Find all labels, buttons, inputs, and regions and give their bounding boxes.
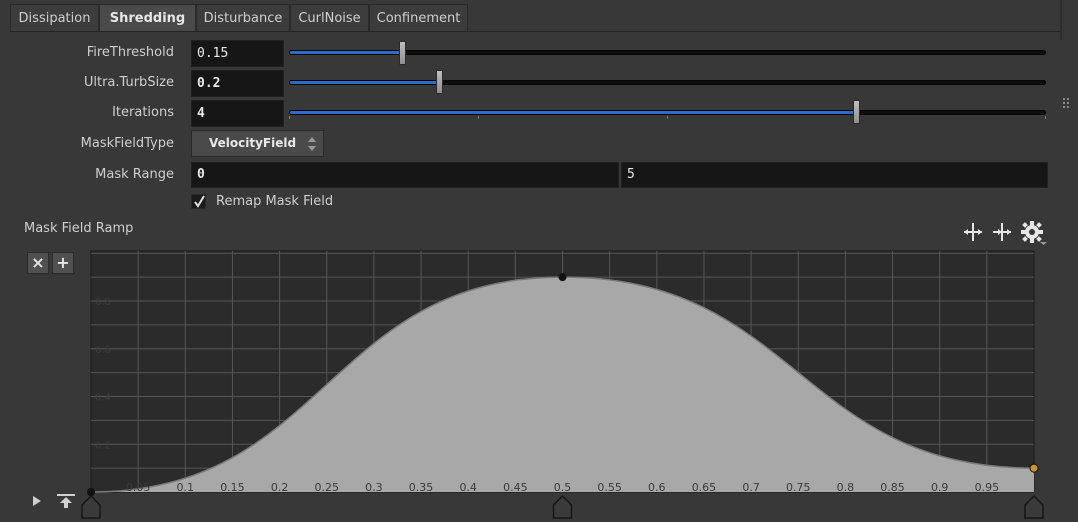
fire-threshold-field[interactable]: 0.15 — [191, 40, 284, 67]
ultra-turb-size-label: Ultra.TurbSize — [83, 75, 174, 90]
mask-range-label: Mask Range — [95, 167, 174, 182]
ramp-label: Mask Field Ramp — [24, 221, 134, 236]
ramp-key-marker[interactable] — [81, 494, 101, 519]
ramp-x-tick-label: 0.45 — [503, 481, 528, 494]
mask-field-type-value: VelocityField — [209, 136, 297, 150]
iterations-tick — [667, 116, 668, 119]
play-icon[interactable] — [31, 494, 43, 508]
ramp-menu-icon[interactable] — [55, 492, 77, 510]
ramp-key-marker[interactable] — [552, 494, 573, 519]
iterations-tick — [1045, 116, 1046, 119]
fire-threshold-label: FireThreshold — [86, 45, 174, 60]
ramp-key-marker[interactable] — [1024, 494, 1044, 519]
mask-field-type-menu[interactable]: VelocityField — [191, 130, 324, 157]
ramp-x-tick-label: 0.1 — [177, 481, 195, 494]
iterations-slider[interactable] — [289, 110, 1046, 115]
iterations-field[interactable]: 4 — [191, 100, 284, 127]
ramp-x-tick-label: 0.4 — [459, 481, 477, 494]
ramp-graph[interactable]: 0.2 0.4 0.6 0.8 0.05 0.1 0.15 0.2 0.25 0.3 0.35 0.4… — [0, 240, 1078, 522]
updown-arrows-icon — [308, 137, 316, 151]
ultra-turb-size-slider-handle[interactable] — [436, 70, 444, 94]
ultra-turb-size-slider-fill — [290, 81, 441, 84]
mask-range-min-field[interactable]: 0 — [191, 162, 619, 188]
remap-mask-field-checkbox[interactable] — [191, 194, 206, 209]
tab-shredding[interactable]: Shredding — [99, 4, 196, 31]
tab-curlnoise[interactable]: CurlNoise — [290, 4, 369, 31]
fire-threshold-slider-handle[interactable] — [398, 41, 406, 65]
tab-disturbance[interactable]: Disturbance — [196, 4, 290, 31]
ramp-key-point[interactable] — [87, 488, 95, 496]
ramp-x-tick-label: 0.55 — [597, 481, 622, 494]
ramp-key-point[interactable] — [1029, 463, 1039, 473]
ultra-turb-size-field[interactable]: 0.2 — [191, 70, 284, 97]
ramp-x-tick-label: 0.85 — [880, 481, 905, 494]
ramp-x-tick-label: 0.75 — [786, 481, 811, 494]
ramp-x-tick-label: 0.65 — [692, 481, 717, 494]
ramp-x-tick-label: 0.2 — [271, 481, 289, 494]
ramp-y-tick-label: 0.4 — [95, 393, 111, 404]
ramp-y-tick-label: 0.8 — [95, 297, 111, 308]
ramp-x-tick-label: 0.15 — [220, 481, 245, 494]
ramp-x-tick-label: 0.35 — [409, 481, 434, 494]
ramp-x-tick-label: 0.7 — [742, 481, 760, 494]
ramp-key-point[interactable] — [558, 273, 567, 282]
mask-range-max-field[interactable]: 5 — [621, 162, 1048, 188]
ramp-x-tick-label: 0.9 — [931, 481, 949, 494]
ultra-turb-size-slider[interactable] — [289, 80, 1046, 85]
ramp-x-tick-label: 0.8 — [837, 481, 855, 494]
ramp-x-tick-label: 0.5 — [554, 481, 572, 494]
tab-dissipation[interactable]: Dissipation — [10, 4, 99, 31]
ramp-x-tick-label: 0.6 — [648, 481, 666, 494]
ramp-x-tick-label: 0.3 — [365, 481, 383, 494]
panel-grip-icon[interactable] — [1062, 97, 1072, 109]
ramp-y-tick-label: 0.6 — [95, 345, 111, 356]
iterations-tick — [478, 116, 479, 119]
iterations-label: Iterations — [112, 105, 174, 120]
tab-confinement[interactable]: Confinement — [369, 4, 468, 31]
iterations-slider-handle[interactable] — [852, 100, 860, 124]
mask-field-type-label: MaskFieldType — [80, 136, 174, 151]
ramp-y-tick-label: 0.2 — [95, 440, 111, 451]
tab-bar: Dissipation Shredding Disturbance CurlNo… — [10, 4, 470, 32]
checkmark-icon — [194, 195, 205, 208]
remap-mask-field-label: Remap Mask Field — [216, 194, 334, 209]
ramp-x-tick-label: 0.05 — [126, 481, 151, 494]
panel-edge — [1060, 0, 1062, 40]
fire-threshold-slider-fill — [290, 51, 404, 54]
ramp-x-tick-label: 0.25 — [315, 481, 340, 494]
iterations-slider-fill — [290, 111, 857, 114]
tab-divider — [10, 31, 1060, 32]
iterations-tick — [289, 116, 290, 119]
ramp-x-tick-label: 0.95 — [975, 481, 1000, 494]
